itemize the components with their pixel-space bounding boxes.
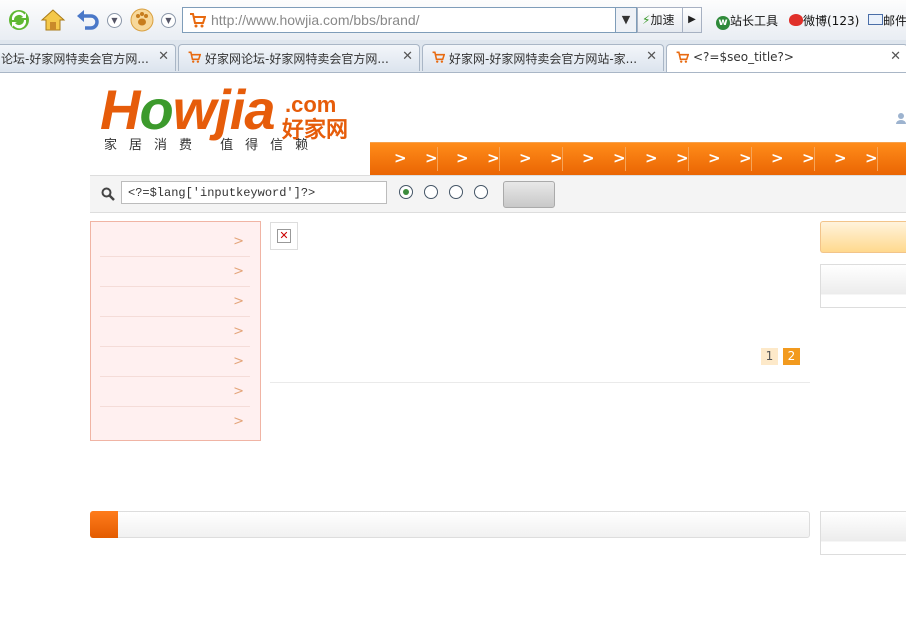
chevron-right-icon: >: [233, 414, 244, 429]
search-button[interactable]: [503, 181, 555, 208]
site-cart-icon: [190, 13, 206, 28]
nav-item[interactable]: >: [394, 149, 407, 167]
nav-item[interactable]: >: [676, 149, 689, 167]
chevron-right-icon: >: [233, 264, 244, 279]
speed-label: 加速: [650, 13, 675, 27]
logo-house-o-icon: o: [139, 78, 173, 141]
search-icon: [101, 187, 115, 201]
tab-howjia-forum[interactable]: 好家网论坛-好家网特卖会官方网... ✕: [178, 44, 420, 71]
nav-item[interactable]: >: [582, 149, 595, 167]
close-icon[interactable]: ✕: [158, 49, 169, 64]
close-icon[interactable]: ✕: [402, 49, 413, 64]
search-input[interactable]: <?=$lang['inputkeyword']?>: [121, 181, 387, 204]
section-header-bar: [90, 511, 810, 538]
tab-title: <?=$seo_title?>: [693, 50, 794, 64]
right-panel-header: [820, 221, 906, 253]
category-item[interactable]: >: [100, 316, 250, 347]
close-icon[interactable]: ✕: [646, 49, 657, 64]
category-list: > > > > > > >: [90, 221, 261, 441]
tab-active-page[interactable]: <?=$seo_title?> ✕: [666, 44, 906, 72]
nav-divider: [814, 147, 815, 171]
page-link-current[interactable]: 2: [783, 348, 800, 365]
cart-icon: [188, 51, 201, 63]
nav-item[interactable]: >: [425, 149, 438, 167]
category-item[interactable]: >: [100, 376, 250, 407]
weibo-icon: [789, 14, 803, 26]
webmaster-label: 站长工具: [730, 14, 779, 28]
mail-link[interactable]: 邮件: [868, 12, 906, 29]
user-icon[interactable]: [895, 112, 906, 124]
logo-letters: wjia: [172, 78, 276, 141]
undo-icon[interactable]: [75, 7, 101, 33]
nav-divider: [562, 147, 563, 171]
chevron-right-icon: >: [233, 354, 244, 369]
category-item[interactable]: >: [100, 406, 250, 436]
nav-item[interactable]: >: [487, 149, 500, 167]
forward-arrow-icon[interactable]: ▶: [682, 7, 702, 33]
close-icon[interactable]: ✕: [890, 49, 901, 64]
chevron-right-icon: >: [233, 294, 244, 309]
category-item[interactable]: >: [100, 286, 250, 317]
search-type-radio[interactable]: [399, 185, 413, 199]
chevron-right-icon: >: [233, 234, 244, 249]
nav-item[interactable]: >: [550, 149, 563, 167]
undo-dropdown-icon[interactable]: ▼: [107, 13, 122, 28]
nav-item[interactable]: >: [519, 149, 532, 167]
paw-icon[interactable]: [129, 7, 155, 33]
nav-divider: [688, 147, 689, 171]
logo-letter-h: H: [100, 78, 140, 141]
nav-divider: [499, 147, 500, 171]
tab-title: 论坛-好家网特卖会官方网...: [1, 52, 149, 66]
right-panel-box: [820, 511, 906, 555]
nav-item[interactable]: >: [645, 149, 658, 167]
cart-icon: [676, 51, 689, 63]
weibo-link[interactable]: 微博(123): [789, 12, 859, 29]
weibo-label: 微博(123): [803, 14, 860, 28]
webmaster-tools-link[interactable]: w 站长工具: [716, 12, 778, 30]
search-type-radio[interactable]: [424, 185, 438, 199]
site-logo[interactable]: Howjia: [100, 80, 275, 140]
nav-divider: [437, 147, 438, 171]
nav-item[interactable]: >: [613, 149, 626, 167]
search-type-radio[interactable]: [449, 185, 463, 199]
address-dropdown-icon[interactable]: ▼: [615, 7, 637, 33]
webmaster-icon: w: [716, 16, 730, 30]
nav-divider: [625, 147, 626, 171]
right-panel-box: [820, 264, 906, 308]
tab-howjia-home[interactable]: 好家网-好家网特卖会官方网站-家... ✕: [422, 44, 664, 71]
nav-item[interactable]: >: [456, 149, 469, 167]
address-bar[interactable]: http://www.howjia.com/bbs/brand/: [182, 7, 616, 33]
mail-icon: [868, 14, 883, 25]
cart-icon: [432, 51, 445, 63]
paw-dropdown-icon[interactable]: ▼: [161, 13, 176, 28]
tab-title: 好家网论坛-好家网特卖会官方网...: [205, 52, 389, 66]
home-icon[interactable]: [40, 7, 66, 33]
content-divider: [270, 382, 810, 383]
search-type-radio[interactable]: [474, 185, 488, 199]
nav-divider: [877, 147, 878, 171]
nav-item[interactable]: >: [771, 149, 784, 167]
tab-forum[interactable]: 论坛-好家网特卖会官方网... ✕: [0, 44, 176, 71]
section-header-tab: [90, 511, 118, 538]
nav-item[interactable]: >: [802, 149, 815, 167]
nav-item[interactable]: >: [708, 149, 721, 167]
category-item[interactable]: >: [100, 226, 250, 257]
broken-image-icon: ✕: [270, 222, 298, 250]
speed-button[interactable]: ⚡加速: [637, 7, 683, 33]
main-nav: > > > > > > > > > > > > > > > >: [370, 142, 906, 175]
address-text: http://www.howjia.com/bbs/brand/: [211, 12, 420, 28]
refresh-icon[interactable]: [6, 7, 32, 33]
category-item[interactable]: >: [100, 346, 250, 377]
nav-item[interactable]: >: [834, 149, 847, 167]
nav-item[interactable]: >: [865, 149, 878, 167]
nav-divider: [751, 147, 752, 171]
category-item[interactable]: >: [100, 256, 250, 287]
logo-slogan: 家居消费 值得信赖: [104, 138, 321, 153]
mail-label: 邮件: [883, 14, 906, 28]
nav-item[interactable]: >: [739, 149, 752, 167]
tab-title: 好家网-好家网特卖会官方网站-家...: [449, 52, 638, 66]
chevron-right-icon: >: [233, 384, 244, 399]
chevron-right-icon: >: [233, 324, 244, 339]
page-link[interactable]: 1: [761, 348, 778, 365]
